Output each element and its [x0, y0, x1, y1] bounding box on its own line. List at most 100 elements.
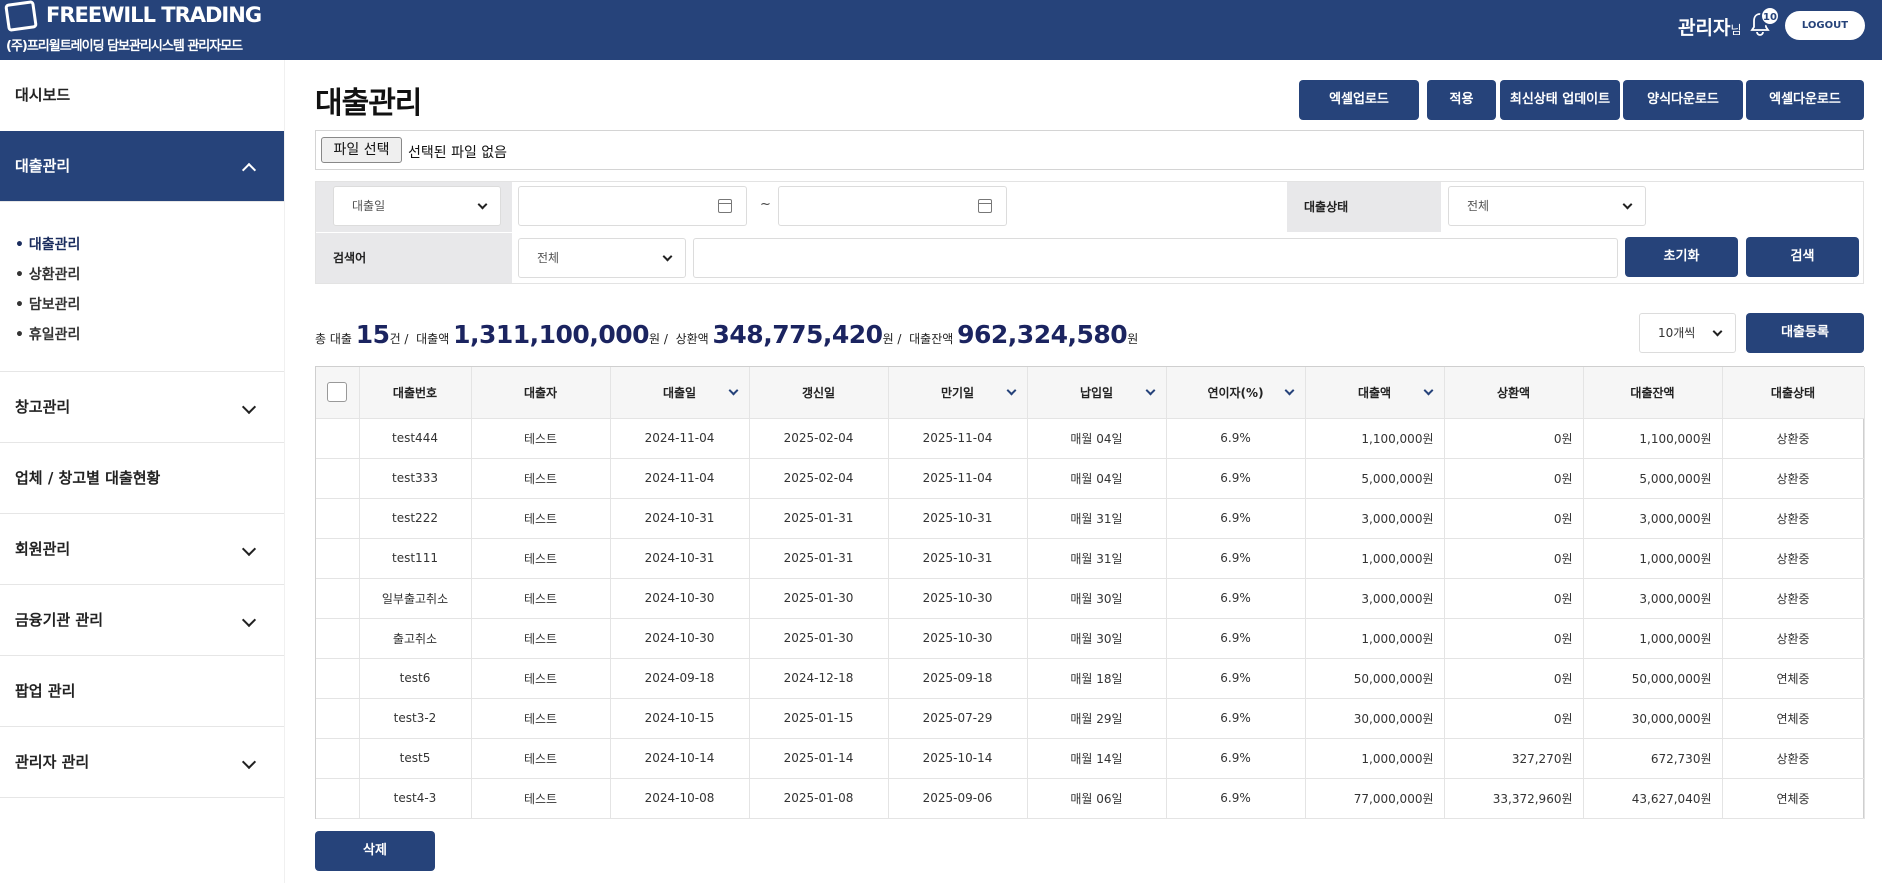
table-row[interactable]: test333 테스트 2024-11-04 2025-02-04 2025-11-04…: [316, 458, 1865, 499]
table-row[interactable]: test111 테스트 2024-10-31 2025-01-31 2025-10-31…: [316, 538, 1865, 579]
table-row[interactable]: test222 테스트 2024-10-31 2025-01-31 2025-10-31…: [316, 498, 1865, 539]
total-count: 15: [355, 320, 390, 349]
summary-label: 대출액: [416, 332, 450, 346]
table-cell: 상환중: [1722, 738, 1865, 779]
repay-amount-total: 348,775,420: [712, 320, 884, 349]
table-cell: 1,000,000원: [1583, 538, 1723, 579]
table-cell: 3,000,000원: [1305, 578, 1445, 619]
excel-upload-button[interactable]: 엑셀업로드: [1299, 80, 1419, 120]
table-cell: 30,000,000원: [1583, 698, 1723, 739]
delete-button[interactable]: 삭제: [315, 831, 435, 871]
summary-unit: 원 /: [882, 332, 902, 346]
apply-button[interactable]: 적용: [1427, 80, 1496, 120]
balance-amount-total: 962,324,580: [957, 320, 1128, 349]
sidebar-item-members[interactable]: 회원관리: [0, 514, 284, 585]
submenu-item-loan[interactable]: • 대출관리: [0, 230, 284, 260]
template-download-button[interactable]: 양식다운로드: [1623, 80, 1743, 120]
submenu-item-collateral[interactable]: • 담보관리: [0, 290, 284, 320]
table-cell: 6.9%: [1166, 618, 1306, 659]
sidebar-item-warehouse[interactable]: 창고관리: [0, 372, 284, 443]
sidebar-item-popup[interactable]: 팝업 관리: [0, 656, 284, 727]
table-cell: 테스트: [471, 538, 611, 579]
table-cell: test4-3: [359, 778, 472, 819]
column-header-sortable[interactable]: 만기일: [888, 367, 1028, 419]
sidebar-item-admin[interactable]: 관리자 관리: [0, 727, 284, 798]
table-row[interactable]: test3-2 테스트 2024-10-15 2025-01-15 2025-07-29…: [316, 698, 1865, 739]
table-cell: 2024-10-30: [610, 618, 750, 659]
select-all-cell: [316, 367, 360, 419]
submenu-item-repayment[interactable]: • 상환관리: [0, 260, 284, 290]
table-cell: 2025-07-29: [888, 698, 1028, 739]
keyword-input[interactable]: [693, 238, 1618, 278]
register-loan-button[interactable]: 대출등록: [1746, 313, 1864, 353]
column-header-sortable[interactable]: 대출액: [1305, 367, 1445, 419]
column-header: 대출잔액: [1583, 367, 1723, 419]
table-cell: 매월 31일: [1027, 538, 1167, 579]
chevron-down-icon: [1284, 385, 1294, 396]
table-cell: 6.9%: [1166, 778, 1306, 819]
table-cell: 2024-09-18: [610, 658, 750, 699]
table-cell: 1,000,000원: [1305, 738, 1445, 779]
table-cell: 매월 30일: [1027, 618, 1167, 659]
summary-label: 상환액: [675, 332, 709, 346]
chevron-down-icon: [662, 251, 673, 262]
chevron-down-icon: [1145, 385, 1155, 396]
logout-button[interactable]: LOGOUT: [1785, 11, 1865, 40]
table-cell: 테스트: [471, 618, 611, 659]
keyword-type-select[interactable]: 전체: [518, 238, 686, 278]
chevron-down-icon: [728, 385, 738, 396]
logo-text[interactable]: FREEWILL TRADING: [46, 3, 262, 27]
table-cell: 672,730원: [1583, 738, 1723, 779]
choose-file-button[interactable]: 파일 선택: [321, 137, 402, 163]
date-type-select[interactable]: 대출일: [333, 186, 501, 226]
table-cell: 2025-09-06: [888, 778, 1028, 819]
column-header-sortable[interactable]: 납입일: [1027, 367, 1167, 419]
table-cell: 50,000,000원: [1305, 658, 1445, 699]
table-cell: 43,627,040원: [1583, 778, 1723, 819]
table-cell: 2025-10-31: [888, 498, 1028, 539]
column-header-sortable[interactable]: 연이자(%): [1166, 367, 1306, 419]
chevron-down-icon: [241, 541, 257, 557]
update-status-button[interactable]: 최신상태 업데이트: [1500, 80, 1620, 120]
page-size-select[interactable]: 10개씩: [1639, 313, 1736, 353]
select-all-checkbox[interactable]: [327, 382, 348, 403]
table-cell: 77,000,000원: [1305, 778, 1445, 819]
table-row[interactable]: test444 테스트 2024-11-04 2025-02-04 2025-11-04…: [316, 418, 1865, 459]
table-row[interactable]: test5 테스트 2024-10-14 2025-01-14 2025-10-14 매월…: [316, 738, 1865, 779]
table-cell: 연체중: [1722, 698, 1865, 739]
excel-download-button[interactable]: 엑셀다운로드: [1746, 80, 1864, 120]
table-cell: 2024-10-31: [610, 498, 750, 539]
chevron-down-icon: [241, 399, 257, 415]
row-select-cell: [316, 698, 360, 739]
end-date-input[interactable]: [778, 186, 1007, 226]
sidebar-item-company-status[interactable]: 업체 / 창고별 대출현황: [0, 443, 284, 514]
start-date-input[interactable]: [518, 186, 747, 226]
table-cell: 1,000,000원: [1583, 618, 1723, 659]
row-select-cell: [316, 498, 360, 539]
chevron-down-icon: [477, 199, 488, 210]
table-cell: 매월 14일: [1027, 738, 1167, 779]
chevron-down-icon: [241, 754, 257, 770]
table-row[interactable]: 출고취소 테스트 2024-10-30 2025-01-30 2025-10-30 매월 …: [316, 618, 1865, 659]
table-cell: 0원: [1444, 498, 1584, 539]
reset-button[interactable]: 초기화: [1625, 237, 1738, 277]
calendar-icon[interactable]: [978, 199, 992, 213]
sidebar-item-loan-management[interactable]: 대출관리: [0, 131, 284, 202]
table-cell: 2025-09-18: [888, 658, 1028, 699]
table-row[interactable]: 일부출고취소 테스트 2024-10-30 2025-01-30 2025-10-30 매…: [316, 578, 1865, 619]
sidebar-item-dashboard[interactable]: 대시보드: [0, 60, 284, 131]
chevron-down-icon: [1622, 199, 1633, 210]
table-row[interactable]: test4-3 테스트 2024-10-08 2025-01-08 2025-09-06…: [316, 778, 1865, 819]
table-cell: 매월 06일: [1027, 778, 1167, 819]
table-cell: 0원: [1444, 578, 1584, 619]
column-header-sortable[interactable]: 대출일: [610, 367, 750, 419]
chevron-down-icon: [241, 612, 257, 628]
search-button[interactable]: 검색: [1746, 237, 1859, 277]
table-cell: 33,372,960원: [1444, 778, 1584, 819]
sidebar-item-finance[interactable]: 금융기관 관리: [0, 585, 284, 656]
table-row[interactable]: test6 테스트 2024-09-18 2024-12-18 2025-09-18 매월…: [316, 658, 1865, 699]
submenu-item-holiday[interactable]: • 휴일관리: [0, 320, 284, 350]
table-cell: 출고취소: [359, 618, 472, 659]
calendar-icon[interactable]: [718, 199, 732, 213]
status-select[interactable]: 전체: [1448, 186, 1646, 226]
